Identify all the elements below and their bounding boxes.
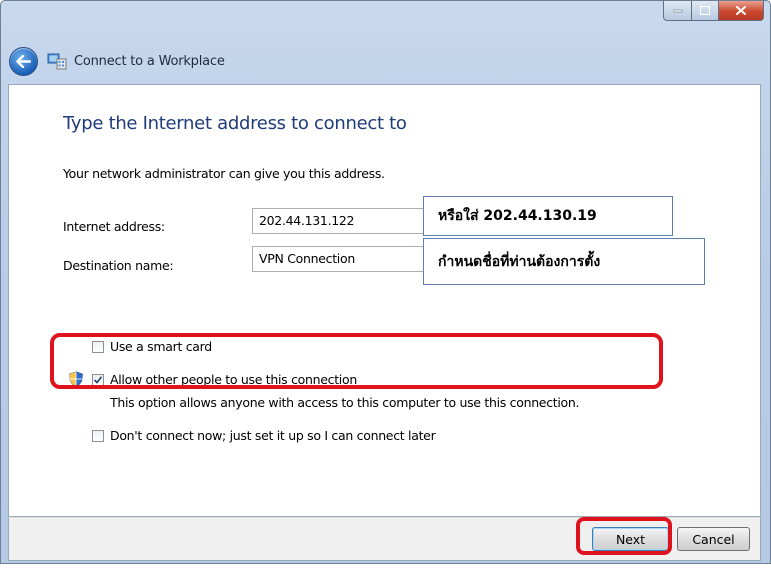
back-button[interactable] [9, 47, 38, 76]
navigation-bar: Connect to a Workplace [1, 35, 770, 85]
cancel-button[interactable]: Cancel [677, 527, 750, 551]
window-title: Connect to a Workplace [74, 54, 225, 69]
page-heading: Type the Internet address to connect to [63, 113, 407, 134]
dont-connect-checkbox[interactable] [92, 429, 104, 442]
address-note-text: หรือใส่ 202.44.130.19 [438, 208, 597, 224]
minimize-button[interactable] [663, 1, 692, 21]
allow-others-description: This option allows anyone with access to… [110, 395, 580, 410]
address-note-callout: หรือใส่ 202.44.130.19 [423, 196, 673, 236]
next-button-highlight [576, 517, 672, 555]
minimize-icon [672, 9, 682, 12]
workplace-network-icon [47, 53, 67, 70]
back-arrow-icon [16, 55, 31, 68]
maximize-button[interactable] [692, 1, 719, 21]
allow-option-highlight [50, 333, 663, 389]
close-button[interactable] [719, 1, 764, 21]
page-description: Your network administrator can give you … [63, 166, 385, 181]
name-note-text: กำหนดชื่อที่ท่านต้องการตั้ง [438, 253, 601, 270]
dont-connect-label: Don't connect now; just set it up so I c… [110, 428, 436, 443]
window-controls [663, 1, 764, 21]
title-bar[interactable] [1, 1, 770, 35]
internet-address-label: Internet address: [63, 219, 165, 234]
wizard-content: Type the Internet address to connect to … [8, 84, 761, 517]
close-icon [736, 6, 746, 15]
name-note-callout: กำหนดชื่อที่ท่านต้องการตั้ง [423, 238, 705, 285]
dont-connect-option[interactable]: Don't connect now; just set it up so I c… [92, 428, 436, 443]
destination-name-label: Destination name: [63, 258, 174, 273]
maximize-icon [700, 6, 710, 15]
